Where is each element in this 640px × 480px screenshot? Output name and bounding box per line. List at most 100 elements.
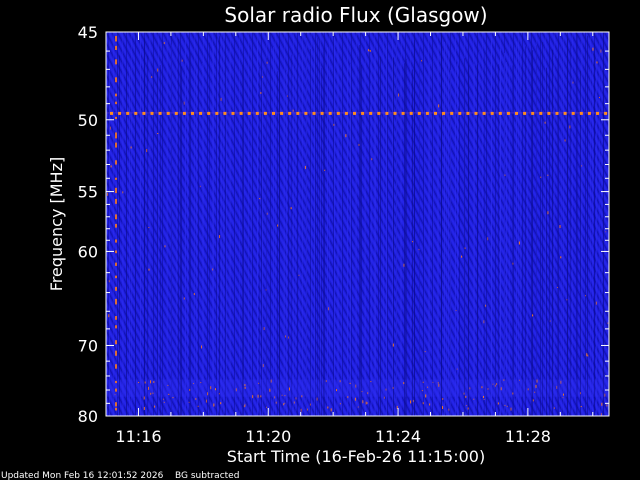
hot-pixel bbox=[290, 207, 292, 210]
emission-line-dot bbox=[417, 111, 421, 115]
vertical-striation bbox=[323, 48, 324, 416]
hot-pixel bbox=[263, 327, 265, 331]
hot-pixel bbox=[519, 379, 521, 381]
vertical-striation bbox=[582, 36, 583, 416]
edge-activity bbox=[115, 93, 117, 97]
hot-pixel bbox=[553, 407, 555, 409]
vertical-striation bbox=[371, 46, 372, 416]
hot-pixel bbox=[300, 408, 302, 412]
vertical-striation bbox=[314, 44, 315, 416]
vertical-striation bbox=[129, 67, 130, 416]
vertical-striation bbox=[150, 36, 151, 416]
vertical-striation bbox=[306, 37, 307, 416]
edge-activity bbox=[115, 239, 117, 243]
emission-line-dot bbox=[523, 111, 527, 115]
emission-line-dot bbox=[474, 111, 478, 115]
hot-pixel bbox=[157, 133, 159, 135]
vertical-striation bbox=[512, 65, 513, 416]
hot-pixel bbox=[181, 59, 183, 62]
hot-pixel bbox=[544, 121, 546, 124]
edge-activity bbox=[115, 250, 117, 254]
hot-pixel bbox=[220, 97, 222, 101]
emission-line-dot bbox=[255, 111, 259, 115]
hot-pixel bbox=[370, 381, 372, 383]
hot-pixel bbox=[130, 146, 132, 149]
emission-line-dot bbox=[563, 111, 567, 115]
vertical-striation bbox=[506, 62, 507, 416]
hot-pixel bbox=[148, 227, 150, 229]
vertical-striation bbox=[375, 51, 376, 416]
emission-line-dot bbox=[377, 111, 381, 115]
hot-pixel bbox=[200, 382, 202, 384]
hot-pixel bbox=[147, 386, 149, 390]
vertical-striation bbox=[594, 43, 595, 416]
hot-pixel bbox=[138, 381, 140, 383]
emission-line-dot bbox=[174, 111, 178, 115]
hot-pixel bbox=[108, 280, 110, 283]
hot-pixel bbox=[163, 42, 165, 45]
vertical-striation bbox=[429, 62, 430, 416]
edge-activity bbox=[115, 101, 117, 105]
emission-line-dot bbox=[506, 111, 510, 115]
vertical-striation bbox=[178, 38, 179, 416]
hot-pixel bbox=[581, 165, 583, 167]
hot-pixel bbox=[259, 198, 261, 200]
vertical-striation bbox=[327, 47, 328, 416]
hot-pixel bbox=[448, 408, 450, 411]
hot-pixel bbox=[556, 385, 558, 389]
vertical-striation bbox=[279, 45, 280, 416]
vertical-striation bbox=[557, 58, 558, 416]
hot-pixel bbox=[455, 310, 457, 312]
hot-pixel bbox=[218, 393, 220, 395]
hot-pixel bbox=[368, 49, 370, 52]
edge-activity bbox=[115, 198, 117, 204]
emission-line-dot bbox=[450, 111, 454, 115]
hot-pixel bbox=[301, 395, 303, 398]
hot-pixel bbox=[281, 394, 283, 396]
hot-pixel bbox=[506, 405, 508, 407]
hot-pixel bbox=[108, 314, 110, 318]
hot-pixel bbox=[212, 268, 214, 271]
hot-pixel bbox=[535, 384, 537, 388]
hot-pixel bbox=[284, 402, 286, 404]
vertical-striation bbox=[166, 44, 167, 416]
emission-line-dot bbox=[571, 111, 575, 115]
vertical-striation bbox=[580, 70, 581, 416]
hot-pixel bbox=[392, 386, 394, 389]
hot-pixel bbox=[172, 397, 174, 399]
vertical-striation bbox=[341, 70, 342, 416]
edge-activity bbox=[115, 177, 117, 180]
vertical-striation bbox=[601, 60, 602, 416]
hot-pixel bbox=[362, 400, 364, 404]
emission-line-dot bbox=[231, 111, 235, 115]
hot-pixel bbox=[496, 383, 498, 386]
vertical-striation bbox=[319, 41, 320, 416]
vertical-striation bbox=[359, 44, 360, 416]
hot-pixel bbox=[260, 395, 262, 398]
vertical-striation bbox=[400, 57, 401, 416]
vertical-striation bbox=[259, 66, 260, 416]
vertical-striation bbox=[532, 50, 533, 416]
emission-line-dot bbox=[369, 111, 373, 115]
hot-pixel bbox=[288, 387, 290, 391]
edge-activity bbox=[115, 298, 117, 305]
hot-pixel bbox=[220, 402, 222, 405]
vertical-striation bbox=[140, 36, 141, 416]
vertical-striation bbox=[202, 62, 203, 416]
hot-pixel bbox=[421, 60, 423, 62]
vertical-striation bbox=[567, 38, 568, 416]
emission-line-dot bbox=[320, 111, 324, 115]
hot-pixel bbox=[465, 395, 467, 398]
vertical-striation bbox=[500, 48, 501, 416]
vertical-striation bbox=[433, 60, 434, 416]
vertical-striation bbox=[273, 47, 274, 416]
emission-line-dot bbox=[482, 111, 486, 115]
edge-activity bbox=[115, 350, 117, 356]
hot-pixel bbox=[244, 386, 246, 389]
hot-pixel bbox=[347, 396, 349, 399]
hot-pixel bbox=[258, 382, 260, 384]
edge-activity bbox=[115, 223, 117, 228]
footer-updated: Updated Mon Feb 16 12:01:52 2026 bbox=[1, 471, 164, 480]
hot-pixel bbox=[366, 402, 368, 405]
hot-pixel bbox=[485, 304, 487, 307]
